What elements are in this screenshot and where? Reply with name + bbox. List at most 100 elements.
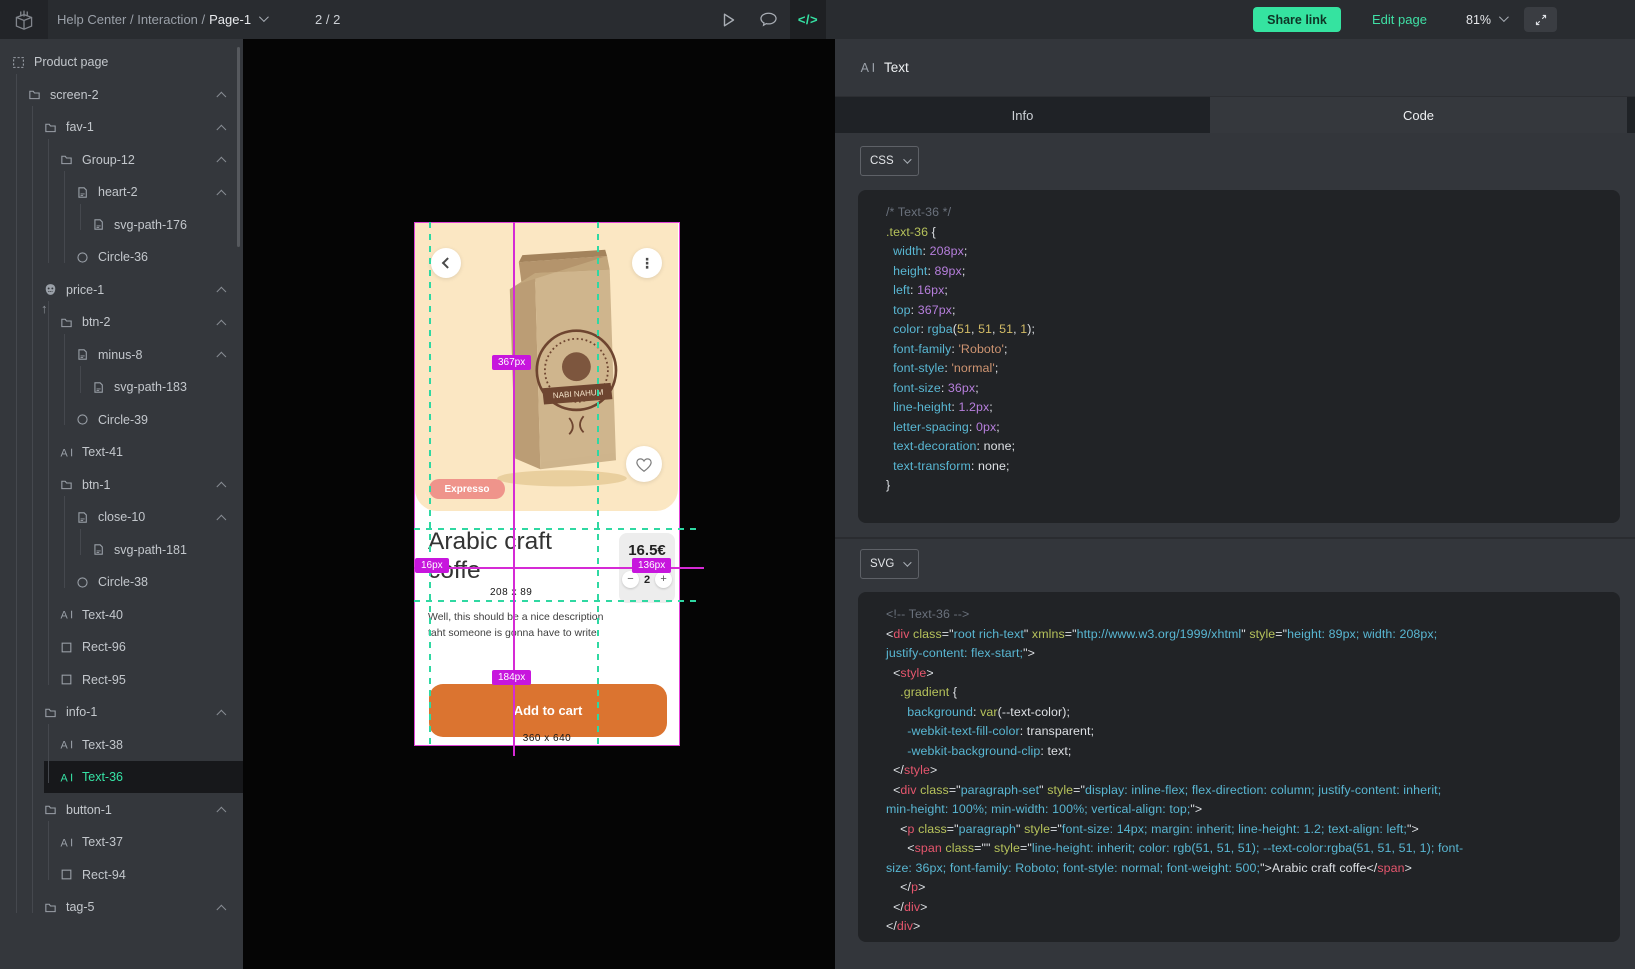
tree-indent-guide	[80, 366, 81, 393]
page-indicator: 2 / 2	[315, 0, 340, 39]
device-frame[interactable]: NABI NAHUM ⋮ Expresso Arabic craft coffe…	[414, 222, 680, 746]
layer-label: Group-12	[82, 153, 135, 167]
kebab-menu-button[interactable]: ⋮	[632, 248, 662, 278]
minus-button[interactable]: −	[622, 571, 639, 588]
layer-row-circle-36[interactable]: Circle-36	[0, 241, 243, 273]
collapse-chevron-icon[interactable]	[216, 904, 226, 914]
play-icon	[718, 10, 738, 30]
svg-text:A: A	[61, 837, 69, 849]
play-button[interactable]	[710, 0, 746, 39]
layer-row-text-36[interactable]: AText-36	[0, 761, 243, 793]
layer-row-text-37[interactable]: A Text-37	[0, 826, 243, 858]
collapse-chevron-icon[interactable]	[216, 157, 226, 167]
svg-language-dropdown[interactable]: SVG	[860, 549, 919, 579]
collapse-chevron-icon[interactable]	[216, 352, 226, 362]
sidebar-scrollbar[interactable]	[237, 47, 240, 247]
layer-row-svg-path-183[interactable]: svg-path-183	[0, 371, 243, 403]
zoom-control[interactable]: 81%	[1466, 0, 1506, 39]
layer-label: btn-1	[82, 478, 111, 492]
layer-row-fav-1[interactable]: fav-1	[0, 111, 243, 143]
layer-row-close-10[interactable]: close-10	[0, 501, 243, 533]
share-link-button[interactable]: Share link	[1253, 7, 1341, 32]
code-line: height: 89px;	[886, 262, 1592, 282]
favorite-button[interactable]	[626, 446, 662, 482]
fullscreen-button[interactable]	[1524, 7, 1557, 32]
layer-label: Text-40	[82, 608, 123, 622]
collapse-chevron-icon[interactable]	[216, 124, 226, 134]
layer-row-heart-2[interactable]: heart-2	[0, 176, 243, 208]
layer-row-circle-38[interactable]: Circle-38	[0, 566, 243, 598]
layer-row-minus-8[interactable]: minus-8	[0, 339, 243, 371]
svg-code-block[interactable]: <!-- Text-36 --><div class="root rich-te…	[858, 592, 1620, 942]
comment-button[interactable]	[750, 0, 786, 39]
breadcrumb-page[interactable]: Page-1	[209, 12, 251, 27]
layer-row-svg-path-181[interactable]: svg-path-181	[0, 534, 243, 566]
code-line: text-transform: none;	[886, 457, 1592, 477]
layer-row-product page[interactable]: Product page	[0, 46, 243, 78]
layer-label: Text-37	[82, 835, 123, 849]
layer-row-btn-1[interactable]: btn-1	[0, 469, 243, 501]
breadcrumb[interactable]: Help Center / Interaction / Page-1	[57, 0, 266, 39]
code-line: <style>	[886, 664, 1592, 684]
add-to-cart-button[interactable]: Add to cart	[429, 684, 667, 737]
layer-row-text-41[interactable]: AText-41	[0, 436, 243, 468]
layer-row-rect-95[interactable]: Rect-95	[0, 664, 243, 696]
collapse-chevron-icon[interactable]	[216, 287, 226, 297]
collapse-chevron-icon[interactable]	[216, 319, 226, 329]
svg-layer-icon	[76, 511, 89, 524]
app-logo[interactable]	[0, 0, 48, 39]
circle-layer-icon	[76, 576, 89, 589]
tree-indent-guide	[32, 106, 33, 913]
svg-layer-icon	[92, 381, 105, 394]
product-title[interactable]: Arabic craft coffe	[428, 527, 606, 586]
breadcrumb-path: Help Center / Interaction /	[57, 12, 205, 27]
collapse-chevron-icon[interactable]	[216, 482, 226, 492]
collapse-chevron-icon[interactable]	[216, 92, 226, 102]
edit-page-link[interactable]: Edit page	[1372, 0, 1427, 39]
code-mode-button[interactable]: </>	[790, 0, 826, 39]
layer-row-rect-94[interactable]: Rect-94	[0, 859, 243, 891]
element-type-label: Text	[884, 60, 909, 75]
layer-row-screen-2[interactable]: screen-2	[0, 79, 243, 111]
collapse-chevron-icon[interactable]	[216, 514, 226, 524]
layer-row-svg-path-176[interactable]: svg-path-176	[0, 209, 243, 241]
back-button[interactable]	[431, 248, 461, 278]
layer-label: price-1	[66, 283, 104, 297]
layer-row-rect-96[interactable]: Rect-96	[0, 631, 243, 663]
folder-layer-icon	[44, 901, 57, 914]
guide-dashed-right	[597, 222, 599, 746]
zoom-level: 81%	[1466, 13, 1491, 27]
layer-row-text-40[interactable]: AText-40	[0, 599, 243, 631]
layer-label: svg-path-183	[114, 380, 187, 394]
tree-indent-guide	[80, 529, 81, 556]
layer-row-text-38[interactable]: AText-38	[0, 729, 243, 761]
layer-row-group-12[interactable]: Group-12	[0, 144, 243, 176]
measurement-top: 367px	[492, 355, 531, 370]
layer-row-info-1[interactable]: info-1	[0, 696, 243, 728]
tab-info[interactable]: Info	[835, 97, 1210, 133]
code-line: <div class="root rich-text" xmlns="http:…	[886, 625, 1592, 645]
layer-row-btn-2[interactable]: btn-2	[0, 306, 243, 338]
collapse-chevron-icon[interactable]	[216, 807, 226, 817]
layer-label: Circle-36	[98, 250, 148, 264]
design-canvas[interactable]: NABI NAHUM ⋮ Expresso Arabic craft coffe…	[243, 39, 835, 969]
collapse-chevron-icon[interactable]	[216, 189, 226, 199]
plus-button[interactable]: +	[655, 571, 672, 588]
code-line: </div>	[886, 917, 1592, 937]
layer-row-circle-39[interactable]: Circle-39	[0, 404, 243, 436]
layer-row-tag-5[interactable]: tag-5	[0, 891, 243, 923]
css-code-block[interactable]: /* Text-36 */.text-36 { width: 208px; he…	[858, 190, 1620, 523]
css-language-dropdown[interactable]: CSS	[860, 146, 919, 176]
product-tag-badge[interactable]: Expresso	[429, 479, 505, 499]
circle-layer-icon	[76, 413, 89, 426]
collapse-chevron-icon[interactable]	[216, 709, 226, 719]
chevron-down-icon[interactable]	[259, 12, 269, 22]
tree-indent-guide	[64, 171, 65, 263]
layer-row-price-1[interactable]: price-1	[0, 274, 243, 306]
tree-indent-guide	[80, 204, 81, 231]
rect-layer-icon	[60, 641, 73, 654]
layer-label: btn-2	[82, 315, 111, 329]
code-line: top: 367px;	[886, 301, 1592, 321]
tab-code[interactable]: Code	[1210, 97, 1627, 133]
layer-row-button-1[interactable]: button-1	[0, 794, 243, 826]
